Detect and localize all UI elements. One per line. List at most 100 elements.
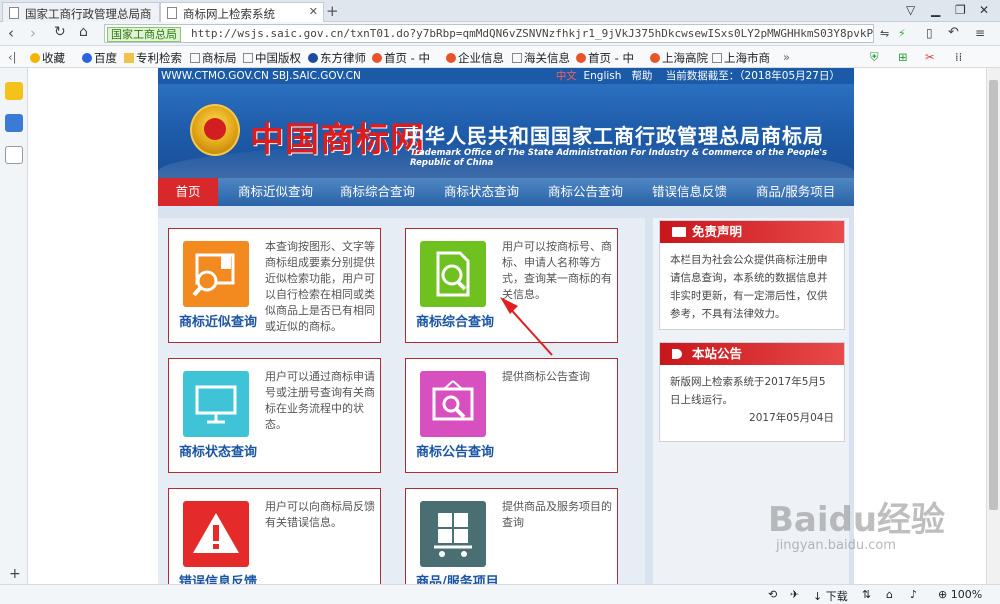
bookmarks-more[interactable]: »: [783, 50, 790, 64]
card-similar-search[interactable]: 商标近似查询 本查询按图形、文字等商标组成要素分别提供近似检索功能，用户可以自行…: [168, 228, 381, 343]
url-input[interactable]: http://wsjs.saic.gov.cn/txnT01.do?y7bRbp…: [104, 24, 874, 43]
bookmark-home-1[interactable]: 首页 - 中: [372, 50, 430, 66]
bookmark-trademark[interactable]: 商标局: [190, 50, 237, 66]
folder-search-icon[interactable]: [183, 241, 249, 307]
bookmark-customs[interactable]: 海关信息: [512, 50, 570, 66]
undo-icon[interactable]: ↶: [948, 25, 959, 40]
card-comprehensive-search[interactable]: 商标综合查询 用户可以按商标号、商标、申请人名称等方式，查询某一商标的有关信息。: [405, 228, 618, 343]
national-emblem-icon: [190, 104, 240, 156]
emblem-icon: [576, 53, 586, 63]
card-desc: 提供商标公告查询: [502, 370, 590, 383]
help-link[interactable]: 帮助: [631, 70, 652, 82]
zoom-level[interactable]: ⊕ 100%: [938, 588, 982, 601]
bookmark-shanghai[interactable]: 上海市商: [712, 50, 770, 66]
site-verified-badge[interactable]: 国家工商总局: [107, 27, 181, 42]
tab-trademark-office[interactable]: 国家工商行政管理总局商: [2, 2, 160, 22]
pin-icon[interactable]: ✈: [790, 588, 799, 601]
browser-sidebar: +: [0, 68, 28, 588]
reading-list-icon[interactable]: [5, 114, 23, 132]
bookmark-enterprise[interactable]: 企业信息: [446, 50, 504, 66]
nav-home[interactable]: 首页: [158, 178, 218, 206]
document-search-icon[interactable]: [420, 241, 486, 307]
nav-error-feedback[interactable]: 错误信息反馈: [652, 178, 727, 206]
card-title[interactable]: 商品/服务项目: [416, 571, 499, 584]
card-error-feedback[interactable]: 错误信息反馈 用户可以向商标局反馈有关错误信息。: [168, 488, 381, 584]
disclaimer-text: 本栏目为社会公众提供商标注册申请信息查询，本系统的数据信息并非实时更新，有一定滞…: [670, 254, 828, 320]
sync-icon[interactable]: ⟲: [768, 588, 777, 601]
card-title[interactable]: 商标状态查询: [179, 441, 257, 460]
lang-english-link[interactable]: English: [584, 70, 622, 82]
site-logo: 中国商标网: [250, 120, 425, 160]
nav-similar-search[interactable]: 商标近似查询: [238, 178, 313, 206]
minimize-icon[interactable]: ▁: [931, 3, 940, 17]
emblem-icon: [446, 53, 456, 63]
document-icon: [9, 7, 19, 19]
nav-status-search[interactable]: 商标状态查询: [444, 178, 519, 206]
cleanup-icon[interactable]: ⌂: [886, 588, 893, 601]
card-desc: 提供商品及服务项目的查询: [502, 500, 612, 529]
back-icon[interactable]: ‹: [8, 24, 14, 42]
download-button[interactable]: ↓ 下载: [813, 588, 848, 604]
phone-icon[interactable]: ▯: [926, 26, 933, 40]
grid-icon[interactable]: ⊞: [898, 50, 908, 64]
speaker-status-icon[interactable]: ♪: [910, 588, 917, 601]
card-title[interactable]: 商标近似查询: [179, 311, 257, 330]
apps-icon[interactable]: ⁞⁞: [955, 50, 962, 64]
folder-icon: [124, 53, 134, 63]
address-bar: ‹ › ↻ ⌂ http://wsjs.saic.gov.cn/txnT01.d…: [0, 22, 1000, 46]
watermark-logo: Baidu经验: [768, 500, 946, 540]
card-announcement-search[interactable]: 商标公告查询 提供商标公告查询: [405, 358, 618, 473]
monitor-icon: [672, 227, 686, 237]
bookmark-home-2[interactable]: 首页 - 中: [576, 50, 634, 66]
card-title[interactable]: 商标综合查询: [416, 311, 494, 330]
new-tab-button[interactable]: +: [326, 2, 339, 20]
shield-icon[interactable]: ⛨: [870, 50, 879, 65]
page-icon: [190, 53, 200, 63]
org-name-en: Trademark Office of The State Administra…: [410, 148, 828, 168]
warning-icon[interactable]: [183, 501, 249, 567]
scrollbar-thumb[interactable]: [989, 80, 998, 510]
nav-comprehensive-search[interactable]: 商标综合查询: [340, 178, 415, 206]
tab-bar: 国家工商行政管理总局商 商标网上检索系统 ✕ + ▽ ▁ ❐ ✕: [0, 0, 1000, 22]
restore-icon[interactable]: ❐: [955, 3, 966, 17]
favorites-star-icon[interactable]: [5, 82, 23, 100]
cart-icon[interactable]: [420, 501, 486, 567]
monitor-icon[interactable]: [183, 371, 249, 437]
status-bar: ⟲ ✈ ↓ 下载 ⇅ ⌂ ♪ ⊕ 100%: [0, 584, 1000, 604]
skin-icon[interactable]: ▽: [906, 3, 915, 17]
bookmark-favorites[interactable]: 收藏: [30, 50, 65, 66]
bookmark-baidu[interactable]: 百度: [82, 50, 117, 66]
add-icon[interactable]: +: [9, 566, 21, 582]
home-icon[interactable]: ⌂: [79, 24, 88, 40]
card-status-search[interactable]: 商标状态查询 用户可以通过商标申请号或注册号查询有关商标在业务流程中的状态。: [168, 358, 381, 473]
speed-icon[interactable]: ⚡: [898, 27, 906, 40]
page-content: WWW.CTMO.GOV.CN SBJ.SAIC.GOV.CN 中文 Engli…: [28, 68, 986, 584]
nav-announcement-search[interactable]: 商标公告查询: [548, 178, 623, 206]
bookmark-patent[interactable]: 专利检索: [124, 50, 182, 66]
close-window-icon[interactable]: ✕: [979, 3, 989, 17]
mail-icon[interactable]: [5, 146, 23, 164]
scissors-icon[interactable]: ✂: [925, 50, 935, 64]
upload-icon[interactable]: ⇅: [862, 588, 871, 601]
bookmark-copyright[interactable]: 中国版权: [243, 50, 301, 66]
lang-chinese-link[interactable]: 中文: [556, 70, 577, 82]
forward-icon[interactable]: ›: [30, 24, 36, 42]
collapse-icon[interactable]: ‹|: [8, 50, 16, 64]
nav-goods-services[interactable]: 商品/服务项目: [756, 178, 835, 206]
announcement-text[interactable]: 新版网上检索系统于2017年5月5日上线运行。: [670, 373, 834, 409]
board-search-icon[interactable]: [420, 371, 486, 437]
refresh-icon[interactable]: ↻: [54, 24, 66, 40]
tab-search-system[interactable]: 商标网上检索系统 ✕: [160, 2, 324, 22]
menu-icon[interactable]: ≡: [975, 26, 985, 40]
emblem-icon: [372, 53, 382, 63]
bookmark-lawyer[interactable]: 东方律师: [308, 50, 366, 66]
disclaimer-title: 免责声明: [692, 224, 743, 239]
card-goods-services[interactable]: 商品/服务项目 提供商品及服务项目的查询: [405, 488, 618, 584]
close-icon[interactable]: ✕: [309, 5, 318, 18]
card-title[interactable]: 错误信息反馈: [179, 571, 257, 584]
card-title[interactable]: 商标公告查询: [416, 441, 494, 460]
card-desc: 用户可以向商标局反馈有关错误信息。: [265, 500, 375, 529]
bookmark-court[interactable]: 上海高院: [650, 50, 708, 66]
share-icon[interactable]: ⇋: [880, 27, 889, 40]
vertical-scrollbar[interactable]: [986, 68, 1000, 584]
